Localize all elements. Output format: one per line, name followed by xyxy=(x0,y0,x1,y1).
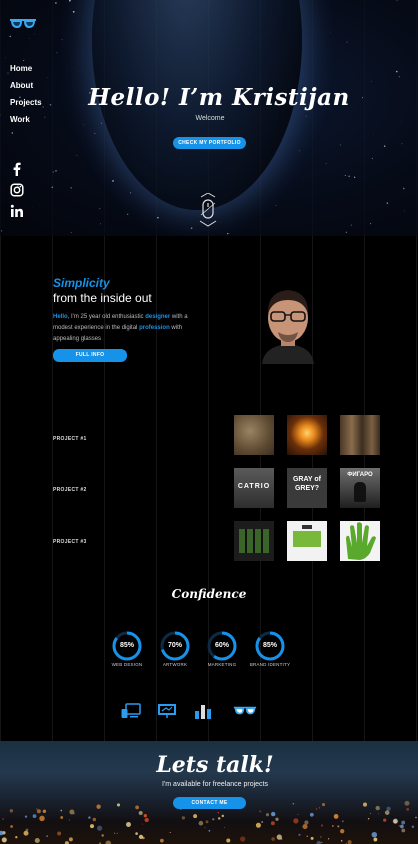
thumbnail-figure xyxy=(354,482,366,502)
linkedin-icon[interactable] xyxy=(10,204,24,218)
project-thumbnail[interactable]: CATRIO xyxy=(234,468,274,508)
project-thumbnail[interactable]: GRAY of GREY? xyxy=(287,468,327,508)
project-thumbnail[interactable] xyxy=(340,521,380,561)
project-thumbnail[interactable] xyxy=(287,521,327,561)
instagram-icon[interactable] xyxy=(10,183,24,197)
skill-ring-value: 85% xyxy=(119,642,134,649)
scroll-mouse-icon[interactable] xyxy=(197,193,219,229)
thumbnail-block xyxy=(302,525,312,529)
about-text-hello: Hello xyxy=(53,314,68,320)
nav-item-home[interactable]: Home xyxy=(10,64,42,81)
social-links xyxy=(10,162,24,225)
about-text: Hello, I'm 25 year old enthusiastic desi… xyxy=(53,312,203,345)
about-heading: from the inside out xyxy=(53,291,152,305)
glasses-icon xyxy=(233,706,257,715)
about-text-profession: profession xyxy=(139,325,170,331)
skill-ring-label: MARKETING xyxy=(207,662,237,667)
project-label[interactable]: PROJECT #3 xyxy=(53,539,87,545)
confidence-title: Confidence xyxy=(171,587,247,601)
skill-ring-value: 60% xyxy=(214,642,229,649)
project-thumbnail[interactable] xyxy=(234,521,274,561)
skill-ring-label: WEB DESIGN xyxy=(111,662,143,667)
skill-ring-value: 70% xyxy=(167,642,182,649)
hero-section: Home About Projects Work Hello! I’m Kris… xyxy=(0,0,418,236)
avatar xyxy=(262,290,314,364)
contact-subtitle: I'm available for freelance projects xyxy=(162,781,268,788)
facebook-icon[interactable] xyxy=(10,162,24,176)
about-text-designer: designer xyxy=(145,314,171,320)
check-portfolio-button[interactable]: CHECK MY PORTFOLIO xyxy=(173,137,246,149)
contact-title: Lets talk! xyxy=(156,752,274,778)
contact-me-button[interactable]: CONTACT ME xyxy=(173,797,246,809)
contact-section: Lets talk! I'm available for freelance p… xyxy=(0,741,418,844)
skill-ring-label: ARTWORK xyxy=(162,662,188,667)
project-thumbnail[interactable] xyxy=(234,415,274,455)
skill-ring-label: BRAND IDENTITY xyxy=(249,662,291,667)
nav-item-work[interactable]: Work xyxy=(10,115,42,132)
glasses-logo-icon[interactable] xyxy=(9,17,37,31)
project-label[interactable]: PROJECT #1 xyxy=(53,436,87,442)
skill-ring-value: 85% xyxy=(262,642,277,649)
project-thumbnail[interactable]: ФИГАРО xyxy=(340,468,380,508)
full-info-button[interactable]: FULL INFO xyxy=(53,349,127,362)
project-thumbnail[interactable] xyxy=(340,415,380,455)
bar-chart-icon xyxy=(195,705,211,719)
project-thumbnail[interactable] xyxy=(287,415,327,455)
about-heading-accent: Simplicity xyxy=(53,276,110,290)
devices-icon xyxy=(121,703,141,718)
hand-graphic xyxy=(346,522,376,560)
about-text-part: , I'm 25 year old enthusiastic xyxy=(67,314,146,320)
hero-welcome-text: Welcome xyxy=(195,115,225,122)
thumbnail-grid xyxy=(239,529,269,553)
thumbnail-title: CATRIO xyxy=(237,483,271,490)
thumbnail-title: ФИГАРО xyxy=(347,472,373,478)
presentation-icon xyxy=(158,704,176,718)
portfolio-page: Home About Projects Work Hello! I’m Kris… xyxy=(0,0,418,844)
project-label[interactable]: PROJECT #2 xyxy=(53,487,87,493)
hero-title: Hello! I’m Kristijan xyxy=(88,84,350,111)
thumbnail-title: GRAY of GREY? xyxy=(292,476,321,492)
thumbnail-block xyxy=(293,531,321,547)
